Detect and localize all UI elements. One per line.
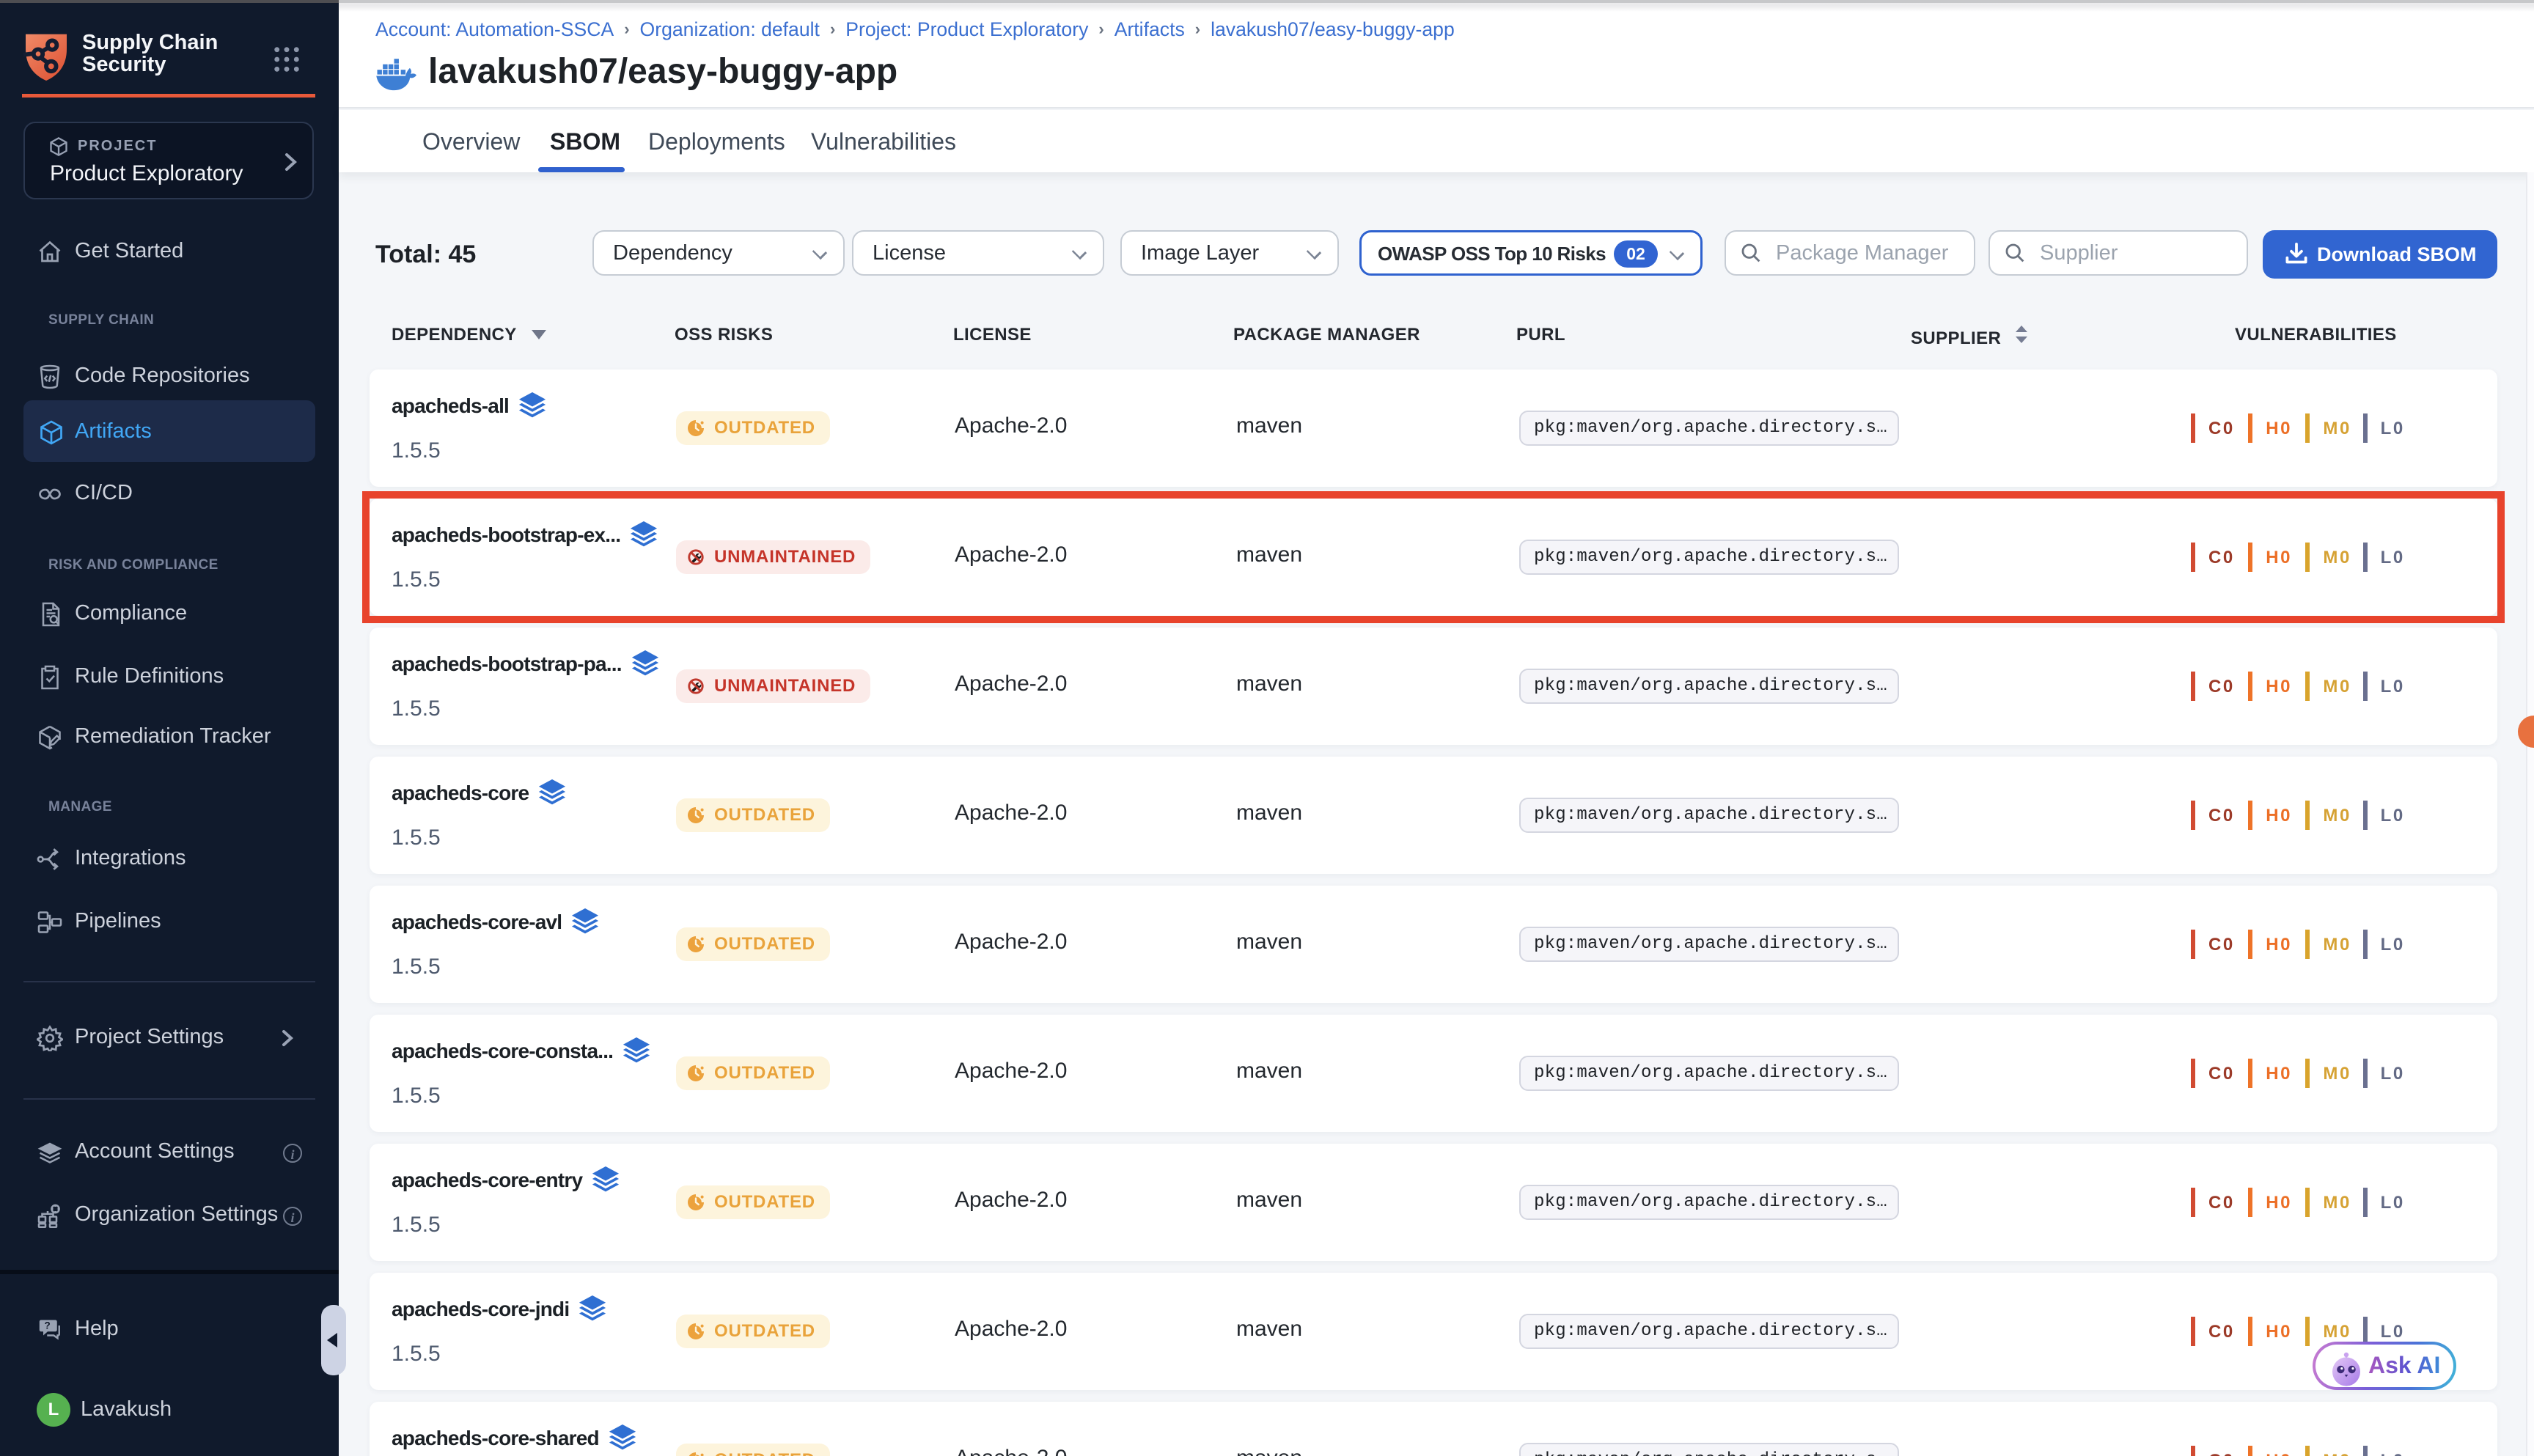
svg-text:?: ? [45, 1320, 51, 1331]
